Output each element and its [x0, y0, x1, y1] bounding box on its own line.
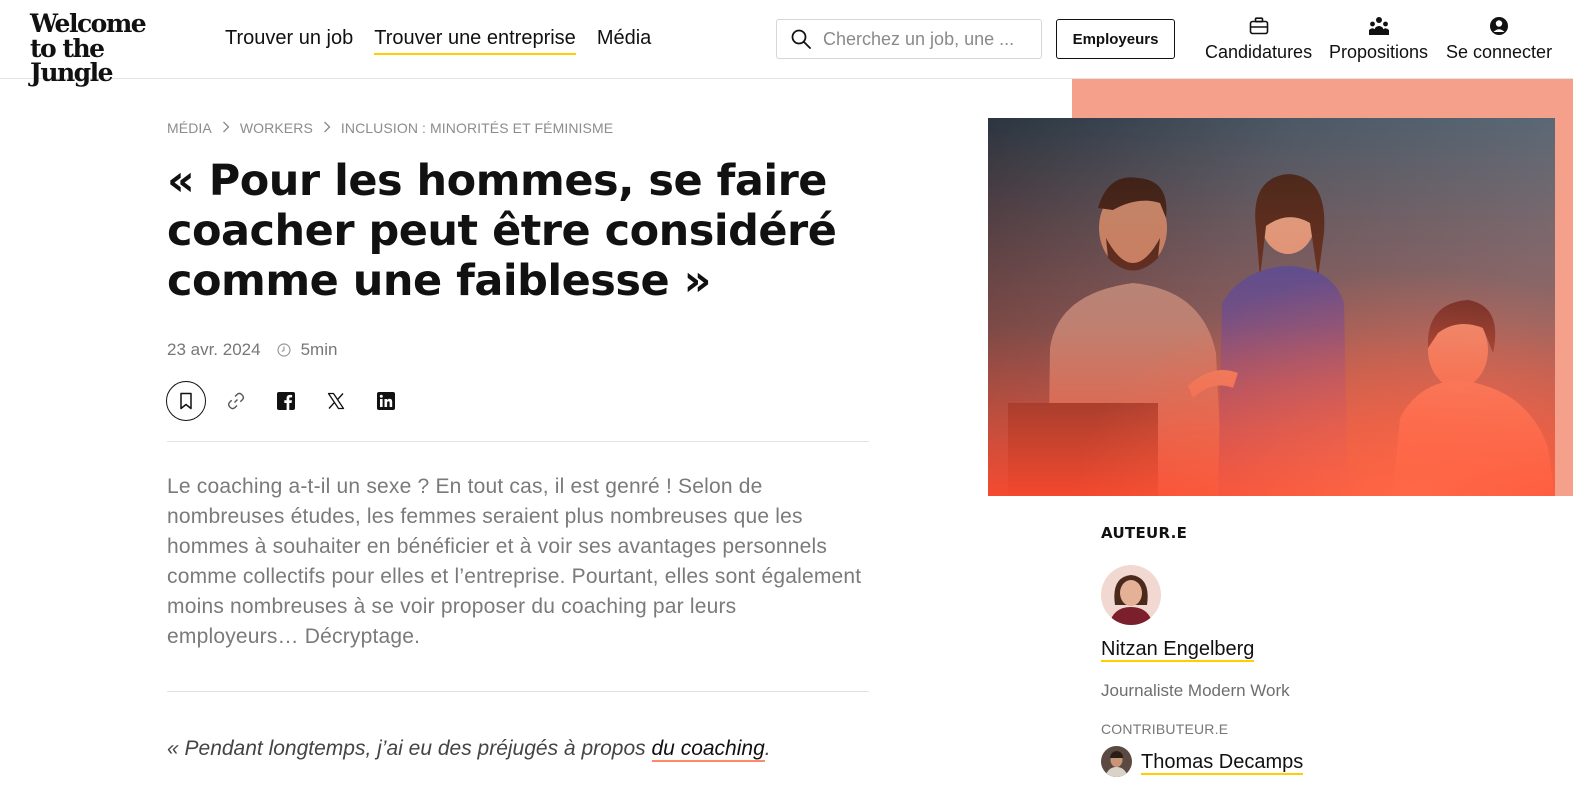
- article-hero-image: [988, 118, 1555, 496]
- applications-link[interactable]: Candidatures: [1205, 15, 1312, 63]
- share-facebook-button[interactable]: [266, 381, 306, 421]
- clock-icon: [276, 343, 291, 357]
- login-link[interactable]: Se connecter: [1446, 15, 1552, 63]
- site-logo[interactable]: Welcome to the Jungle: [30, 9, 190, 87]
- linkedin-icon: [377, 392, 395, 410]
- author-role: Journaliste Modern Work: [1101, 681, 1290, 700]
- contributor-avatar[interactable]: [1101, 746, 1132, 777]
- author-heading: AUTEUR.E: [1101, 524, 1188, 542]
- read-time: 5min: [300, 340, 338, 359]
- share-bar: [166, 381, 406, 421]
- nav-find-job[interactable]: Trouver un job: [225, 26, 353, 55]
- article-meta: 23 avr. 2024 5min: [167, 340, 337, 360]
- chevron-right-icon: [323, 121, 331, 136]
- applications-label: Candidatures: [1205, 42, 1313, 62]
- divider: [167, 441, 869, 442]
- bookmark-icon: [180, 392, 192, 410]
- contributor-name-link[interactable]: Thomas Decamps: [1141, 751, 1304, 775]
- facebook-icon: [277, 392, 295, 410]
- nav-find-company[interactable]: Trouver une entreprise: [374, 26, 576, 55]
- site-header: Welcome to the Jungle Trouver un job Tro…: [0, 0, 1573, 85]
- share-linkedin-button[interactable]: [366, 381, 406, 421]
- employers-button[interactable]: Employeurs: [1056, 19, 1175, 59]
- copy-link-button[interactable]: [216, 381, 256, 421]
- breadcrumb-inclusion[interactable]: INCLUSION : MINORITÉS ET FÉMINISME: [341, 120, 613, 136]
- quote-suffix: .: [764, 737, 771, 760]
- x-icon: [327, 392, 345, 410]
- nav-media[interactable]: Média: [597, 26, 651, 55]
- article-body-quote: « Pendant longtemps, j’ai eu des préjugé…: [167, 737, 887, 762]
- login-label: Se connecter: [1446, 42, 1553, 62]
- search-input[interactable]: [823, 28, 1023, 50]
- proposals-label: Propositions: [1329, 42, 1429, 62]
- search-box[interactable]: [776, 19, 1042, 59]
- proposals-link[interactable]: Propositions: [1329, 15, 1428, 63]
- logo-line-1: Welcome: [30, 9, 147, 38]
- briefcase-icon: [1249, 15, 1269, 37]
- logo-line-2: to the Jungle: [30, 34, 114, 87]
- people-icon: [1368, 15, 1390, 37]
- breadcrumb-workers[interactable]: WORKERS: [240, 120, 313, 136]
- main-nav: Trouver un job Trouver une entreprise Mé…: [225, 26, 651, 55]
- quote-text: « Pendant longtemps, j’ai eu des préjugé…: [167, 737, 652, 760]
- article-lead: Le coaching a-t-il un sexe ? En tout cas…: [167, 475, 862, 648]
- bookmark-button[interactable]: [166, 381, 206, 421]
- article-date: 23 avr. 2024: [167, 340, 261, 359]
- chevron-right-icon: [222, 121, 230, 136]
- author-avatar[interactable]: [1101, 565, 1161, 625]
- divider: [167, 691, 869, 692]
- search-icon: [791, 29, 811, 49]
- breadcrumb: MÉDIA WORKERS INCLUSION : MINORITÉS ET F…: [167, 120, 613, 136]
- breadcrumb-media[interactable]: MÉDIA: [167, 120, 212, 136]
- contributor-heading: CONTRIBUTEUR.E: [1101, 721, 1229, 737]
- share-x-button[interactable]: [316, 381, 356, 421]
- link-icon: [227, 392, 245, 410]
- author-name-link[interactable]: Nitzan Engelberg: [1101, 638, 1255, 662]
- article-title: « Pour les hommes, se faire coacher peut…: [167, 156, 837, 306]
- user-icon: [1489, 15, 1509, 37]
- coaching-link[interactable]: du coaching: [651, 737, 765, 762]
